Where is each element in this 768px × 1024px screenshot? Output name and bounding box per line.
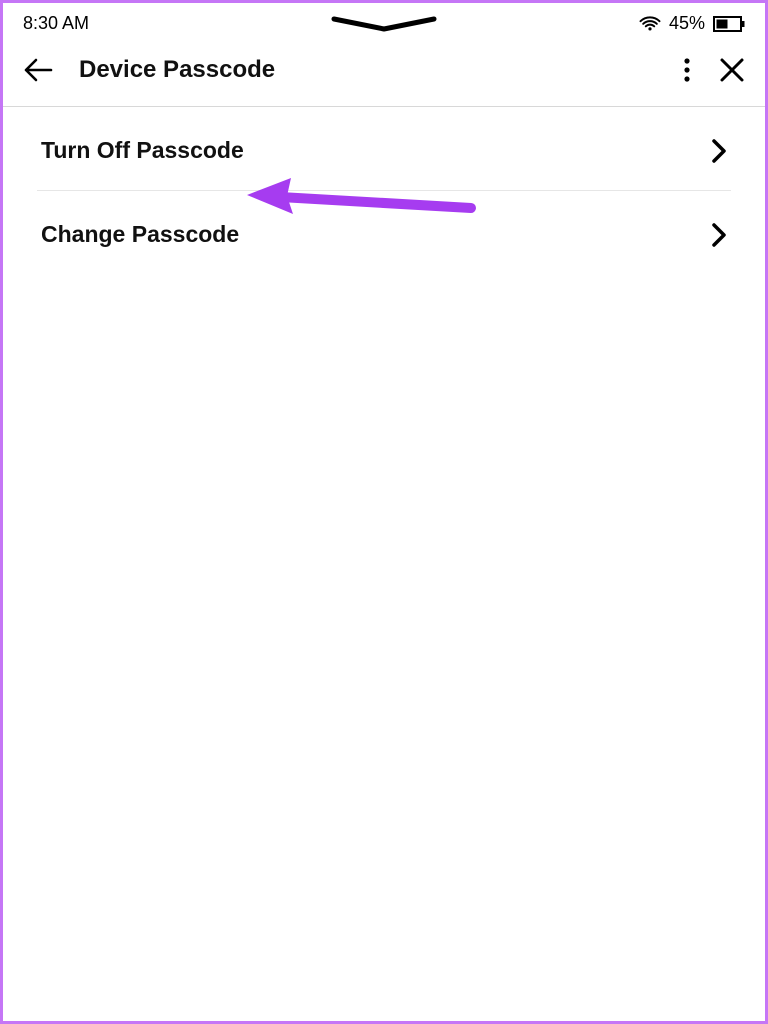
list-item-label: Change Passcode bbox=[41, 221, 239, 248]
battery-percentage: 45% bbox=[669, 13, 705, 34]
wifi-icon bbox=[639, 15, 661, 33]
chevron-right-icon bbox=[711, 138, 727, 164]
overflow-menu-button[interactable] bbox=[683, 57, 691, 83]
page-title: Device Passcode bbox=[79, 56, 683, 84]
battery-icon bbox=[713, 15, 745, 33]
swipe-down-handle[interactable] bbox=[329, 15, 439, 38]
status-time: 8:30 AM bbox=[23, 13, 89, 34]
chevron-right-icon bbox=[711, 222, 727, 248]
change-passcode-item[interactable]: Change Passcode bbox=[37, 190, 731, 274]
back-button[interactable] bbox=[23, 57, 59, 83]
list-item-label: Turn Off Passcode bbox=[41, 137, 244, 164]
page-header: Device Passcode bbox=[3, 38, 765, 107]
close-button[interactable] bbox=[719, 57, 745, 83]
settings-list: Turn Off Passcode Change Passcode bbox=[3, 107, 765, 274]
turn-off-passcode-item[interactable]: Turn Off Passcode bbox=[37, 107, 731, 190]
status-right: 45% bbox=[639, 13, 745, 34]
